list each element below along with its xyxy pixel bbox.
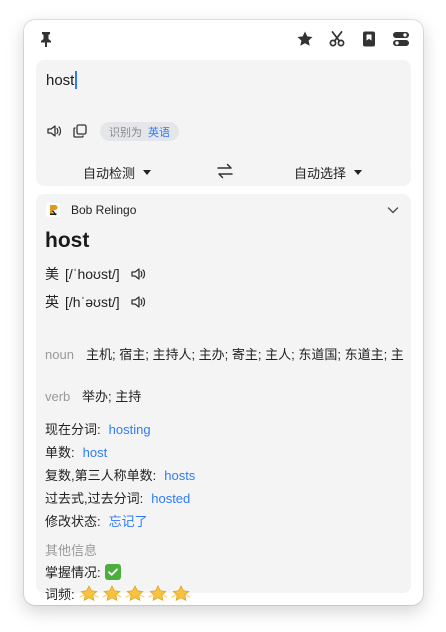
star-icon[interactable] xyxy=(295,29,315,49)
word-form-label: 现在分词: xyxy=(45,422,101,437)
headword: host xyxy=(45,229,90,252)
source-language-select[interactable]: 自动检测 xyxy=(83,163,152,182)
word-form-row: 单数: host xyxy=(45,442,107,461)
status-label: 修改状态: xyxy=(45,514,101,529)
frequency-stars xyxy=(79,585,194,602)
pronunciation-region: 英 xyxy=(45,294,59,310)
check-mark-icon xyxy=(104,563,121,580)
query-text: host xyxy=(46,71,75,89)
chevron-down-icon xyxy=(143,170,152,175)
target-language-select[interactable]: 自动选择 xyxy=(294,163,363,182)
word-form-link[interactable]: hosted xyxy=(151,491,190,506)
source-language-label: 自动检测 xyxy=(83,166,136,181)
status-row: 修改状态: 忘记了 xyxy=(45,511,148,530)
word-form-row: 过去式,过去分词: hosted xyxy=(45,488,190,507)
definition-row: noun 主机; 宿主; 主持人; 主办; 寄主; 主人; 东道国; 东道主; … xyxy=(45,345,405,365)
chevron-down-icon xyxy=(354,170,363,175)
source-name: Bob Relingo xyxy=(71,203,137,217)
pronunciation-region: 美 xyxy=(45,266,59,282)
definition-row: verb 举办; 主持 xyxy=(45,387,405,407)
status-link[interactable]: 忘记了 xyxy=(109,514,148,529)
query-input[interactable]: host xyxy=(46,71,78,89)
copy-icon[interactable] xyxy=(72,123,88,139)
input-panel[interactable]: host 识别为 英语 xyxy=(36,60,411,166)
swap-languages-icon[interactable] xyxy=(216,162,234,180)
pin-icon[interactable] xyxy=(36,29,56,49)
language-bar: 自动检测 自动选择 xyxy=(36,156,411,186)
translator-window: host 识别为 英语 自动检测 自动选择 Bob Relingo host 美… xyxy=(24,20,423,605)
result-panel: Bob Relingo host 美 [/ˈhoʊst/] 英 [/hˈəʊst… xyxy=(36,194,411,602)
word-form-link[interactable]: host xyxy=(83,445,108,460)
star-icon xyxy=(125,585,145,602)
word-form-row: 现在分词: hosting xyxy=(45,419,151,438)
part-of-speech: verb xyxy=(45,389,71,404)
detected-language-chip[interactable]: 识别为 英语 xyxy=(100,122,179,141)
word-form-link[interactable]: hosting xyxy=(109,422,151,437)
star-icon xyxy=(79,585,99,602)
speaker-icon[interactable] xyxy=(130,266,146,282)
detected-prefix: 识别为 xyxy=(109,126,142,139)
toolbar xyxy=(24,20,423,56)
mastery-label: 掌握情况: xyxy=(45,565,101,580)
scissors-icon[interactable] xyxy=(327,29,347,49)
mastery-row: 掌握情况: xyxy=(45,562,121,581)
star-icon xyxy=(102,585,122,602)
frequency-label: 词频: xyxy=(45,587,75,602)
other-info-title: 其他信息 xyxy=(45,543,98,558)
word-form-label: 过去式,过去分词: xyxy=(45,491,144,506)
part-of-speech: noun xyxy=(45,347,74,362)
target-language-label: 自动选择 xyxy=(294,166,347,181)
definition-text: 主机; 宿主; 主持人; 主办; 寄主; 主人; 东道国; 东道主; 主 xyxy=(86,347,404,362)
word-form-label: 单数: xyxy=(45,445,75,460)
word-form-label: 复数,第三人称单数: xyxy=(45,468,157,483)
definition-text: 举办; 主持 xyxy=(82,389,142,404)
word-form-link[interactable]: hosts xyxy=(164,468,195,483)
phonetic: [/ˈhoʊst/] xyxy=(65,266,120,282)
detected-language: 英语 xyxy=(148,126,170,139)
phonetic: [/hˈəʊst/] xyxy=(65,294,120,310)
word-form-row: 复数,第三人称单数: hosts xyxy=(45,465,195,484)
star-icon xyxy=(171,585,191,602)
frequency-row: 词频: xyxy=(45,584,194,603)
pronunciation-uk: 英 [/hˈəʊst/] xyxy=(45,292,146,312)
toggle-settings-icon[interactable] xyxy=(391,29,411,49)
speaker-icon[interactable] xyxy=(130,294,146,310)
speaker-icon[interactable] xyxy=(46,123,62,139)
text-caret xyxy=(75,71,78,89)
collapse-chevron-icon[interactable] xyxy=(386,203,400,217)
pronunciation-us: 美 [/ˈhoʊst/] xyxy=(45,264,146,284)
bookmark-icon[interactable] xyxy=(359,29,379,49)
relingo-logo-icon xyxy=(46,203,60,217)
star-icon xyxy=(148,585,168,602)
